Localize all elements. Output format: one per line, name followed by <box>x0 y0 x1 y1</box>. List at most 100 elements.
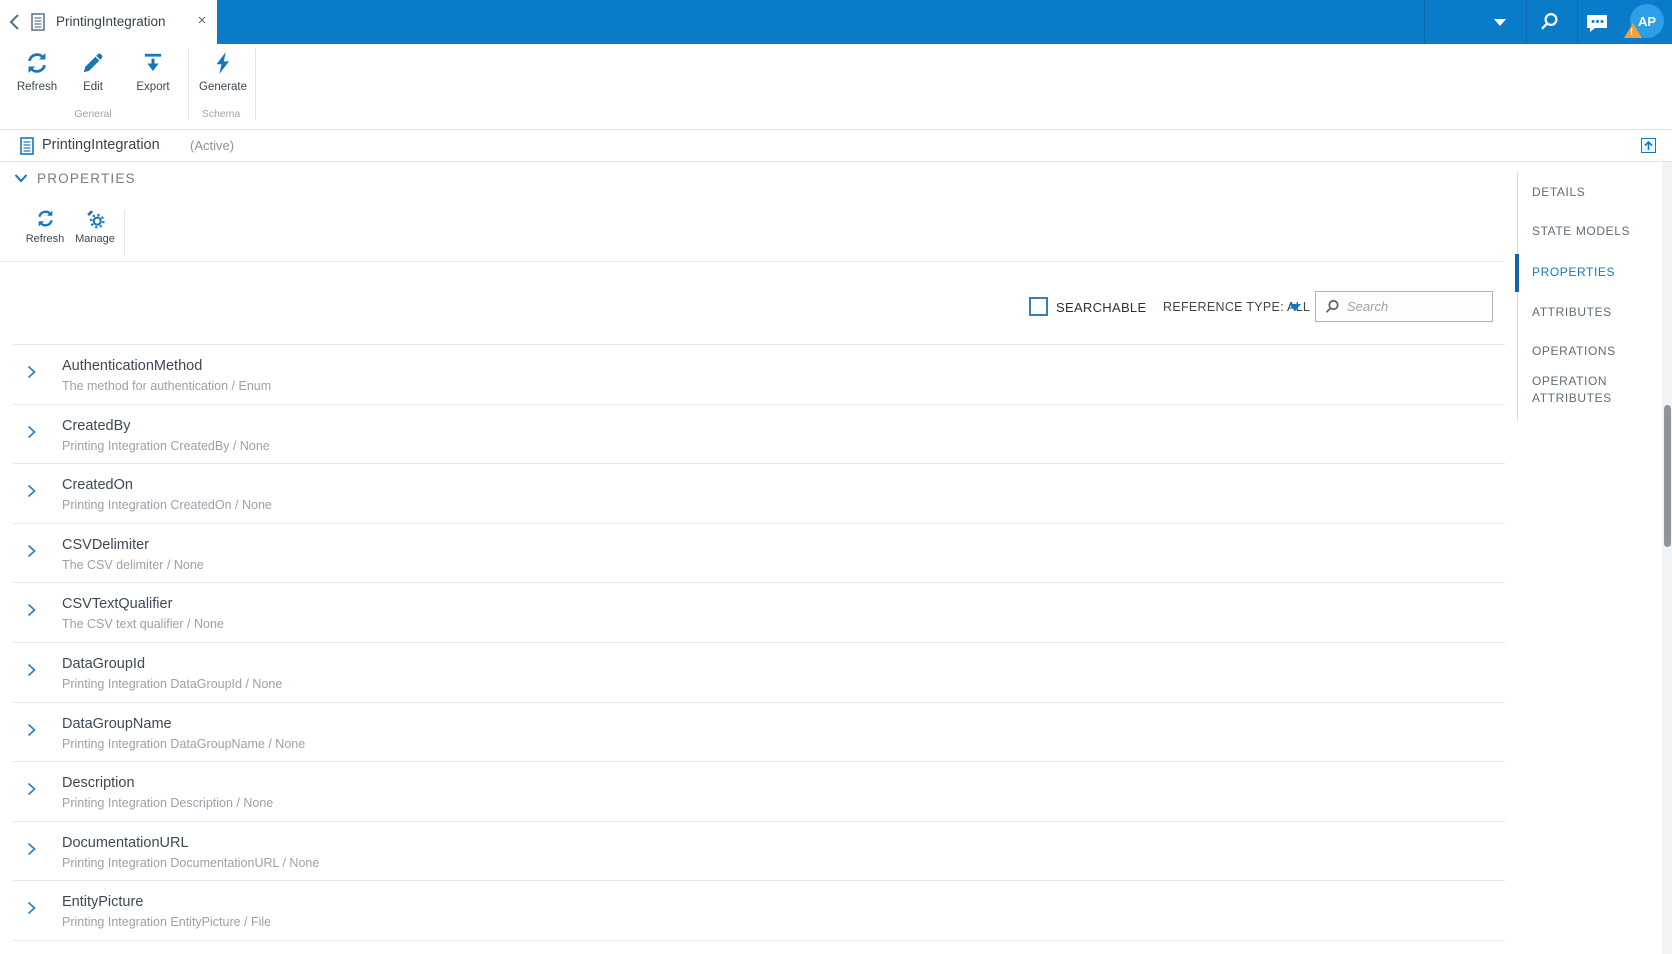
toolbar-divider <box>124 210 125 256</box>
property-row[interactable]: Description Printing Integration Descrip… <box>13 762 1505 822</box>
refresh-label: Refresh <box>25 233 65 245</box>
search-input[interactable] <box>1347 299 1477 314</box>
property-row[interactable]: DataGroupName Printing Integration DataG… <box>13 703 1505 763</box>
property-description: Printing Integration DataGroupName / Non… <box>62 736 306 751</box>
property-row[interactable]: CSVTextQualifier The CSV text qualifier … <box>13 583 1505 643</box>
manage-icon <box>86 210 105 229</box>
chevron-right-icon[interactable] <box>27 723 36 737</box>
property-name: DataGroupId <box>62 655 146 672</box>
property-description: Printing Integration DocumentationURL / … <box>62 855 320 870</box>
property-row[interactable]: CSVDelimiter The CSV delimiter / None <box>13 524 1505 584</box>
scrollbar-thumb[interactable] <box>1663 405 1671 547</box>
property-row[interactable]: AuthenticationMethod The method for auth… <box>13 345 1505 405</box>
entity-name: PrintingIntegration <box>42 137 160 153</box>
refresh-icon <box>28 53 46 73</box>
export-icon <box>144 53 162 72</box>
property-name: CSVTextQualifier <box>62 596 173 613</box>
property-description: Printing Integration DataGroupId / None <box>62 676 283 691</box>
searchable-label: SEARCHABLE <box>1056 300 1147 315</box>
document-icon <box>31 13 45 31</box>
warning-icon[interactable]: ! <box>1624 23 1642 38</box>
ribbon-toolbar: Refresh Edit Export Generate General Sch… <box>0 44 1672 130</box>
chevron-right-icon[interactable] <box>27 484 36 498</box>
properties-manage-button[interactable]: Manage <box>72 208 118 258</box>
property-name: EntityPicture <box>62 894 144 911</box>
property-description: Printing Integration CreatedBy / None <box>62 438 270 453</box>
refresh-button[interactable]: Refresh <box>14 50 60 106</box>
chevron-right-icon[interactable] <box>27 901 36 915</box>
chevron-down-icon[interactable] <box>1494 19 1506 26</box>
property-name: DocumentationURL <box>62 834 189 851</box>
section-heading: PROPERTIES <box>37 170 136 186</box>
export-label: Export <box>136 81 170 93</box>
nav-item-attributes[interactable]: ATTRIBUTES <box>1532 304 1648 321</box>
property-description: The method for authentication / Enum <box>62 379 272 393</box>
edit-icon <box>83 53 103 73</box>
searchable-checkbox[interactable] <box>1029 297 1048 316</box>
entity-status: (Active) <box>190 138 235 153</box>
nav-item-state-models[interactable]: STATE MODELS <box>1532 223 1648 240</box>
property-description: The CSV text qualifier / None <box>62 617 224 632</box>
entity-tab[interactable]: PrintingIntegration × <box>0 0 217 44</box>
entity-document-icon <box>20 137 34 155</box>
nav-item-properties[interactable]: PROPERTIES <box>1532 264 1648 281</box>
property-description: Printing Integration EntityPicture / Fil… <box>62 915 272 930</box>
chevron-right-icon[interactable] <box>27 365 36 379</box>
property-row[interactable]: CreatedBy Printing Integration CreatedBy… <box>13 405 1505 465</box>
property-name: CreatedBy <box>62 417 131 434</box>
refresh-icon <box>37 210 53 227</box>
close-tab-icon[interactable]: × <box>193 12 211 30</box>
generate-icon <box>216 52 230 74</box>
popout-icon[interactable] <box>1641 138 1656 153</box>
property-name: CSVDelimiter <box>62 536 150 553</box>
property-name: DataGroupName <box>62 715 172 732</box>
property-name: Description <box>62 775 135 792</box>
collapse-chevron-icon[interactable] <box>14 173 28 183</box>
toolbar-divider <box>255 48 256 120</box>
property-description: Printing Integration Description / None <box>62 796 274 811</box>
generate-label: Generate <box>199 81 247 93</box>
refresh-label: Refresh <box>16 81 58 93</box>
property-row[interactable]: EntityPicture Printing Integration Entit… <box>13 881 1505 941</box>
back-icon[interactable] <box>8 13 22 31</box>
properties-refresh-button[interactable]: Refresh <box>23 208 67 258</box>
property-row[interactable]: DataGroupId Printing Integration DataGro… <box>13 643 1505 703</box>
chevron-right-icon[interactable] <box>27 544 36 558</box>
chevron-right-icon[interactable] <box>27 782 36 796</box>
nav-active-indicator <box>1515 254 1519 292</box>
tab-title: PrintingIntegration <box>56 14 166 29</box>
nav-item-details[interactable]: DETAILS <box>1532 184 1648 201</box>
search-box <box>1315 291 1493 322</box>
nav-item-operations[interactable]: OPERATIONS <box>1532 343 1648 360</box>
topbar-divider <box>1526 0 1527 44</box>
group-label-general: General <box>74 108 112 120</box>
properties-section-header[interactable]: PROPERTIES <box>0 166 136 190</box>
chevron-down-icon[interactable] <box>1289 304 1301 311</box>
nav-item-operation-attributes[interactable]: OPERATION ATTRIBUTES <box>1532 373 1648 407</box>
chevron-right-icon[interactable] <box>27 842 36 856</box>
chevron-right-icon[interactable] <box>27 425 36 439</box>
generate-button[interactable]: Generate <box>198 50 248 106</box>
property-name: CreatedOn <box>62 477 133 494</box>
group-label-schema: Schema <box>201 108 241 120</box>
chat-icon[interactable] <box>1585 10 1609 34</box>
topbar-divider <box>1577 0 1578 44</box>
topbar-divider <box>1424 0 1425 44</box>
property-row[interactable]: DocumentationURL Printing Integration Do… <box>13 822 1505 882</box>
chevron-right-icon[interactable] <box>27 603 36 617</box>
property-name: AuthenticationMethod <box>62 358 203 374</box>
entity-title-bar: PrintingIntegration (Active) <box>0 130 1672 162</box>
edit-label: Edit <box>83 81 103 93</box>
property-list: AuthenticationMethod The method for auth… <box>13 344 1505 941</box>
edit-button[interactable]: Edit <box>72 50 114 106</box>
search-icon <box>1325 299 1339 313</box>
app-window: PrintingIntegration × AP ! Refresh Edit … <box>0 0 1672 954</box>
property-description: The CSV delimiter / None <box>62 557 204 572</box>
scrollbar-track[interactable] <box>1662 162 1672 954</box>
top-bar: PrintingIntegration × AP ! <box>0 0 1672 44</box>
property-description: Printing Integration CreatedOn / None <box>62 498 272 513</box>
search-icon[interactable] <box>1537 10 1561 34</box>
property-row[interactable]: CreatedOn Printing Integration CreatedOn… <box>13 464 1505 524</box>
chevron-right-icon[interactable] <box>27 663 36 677</box>
export-button[interactable]: Export <box>131 50 175 106</box>
